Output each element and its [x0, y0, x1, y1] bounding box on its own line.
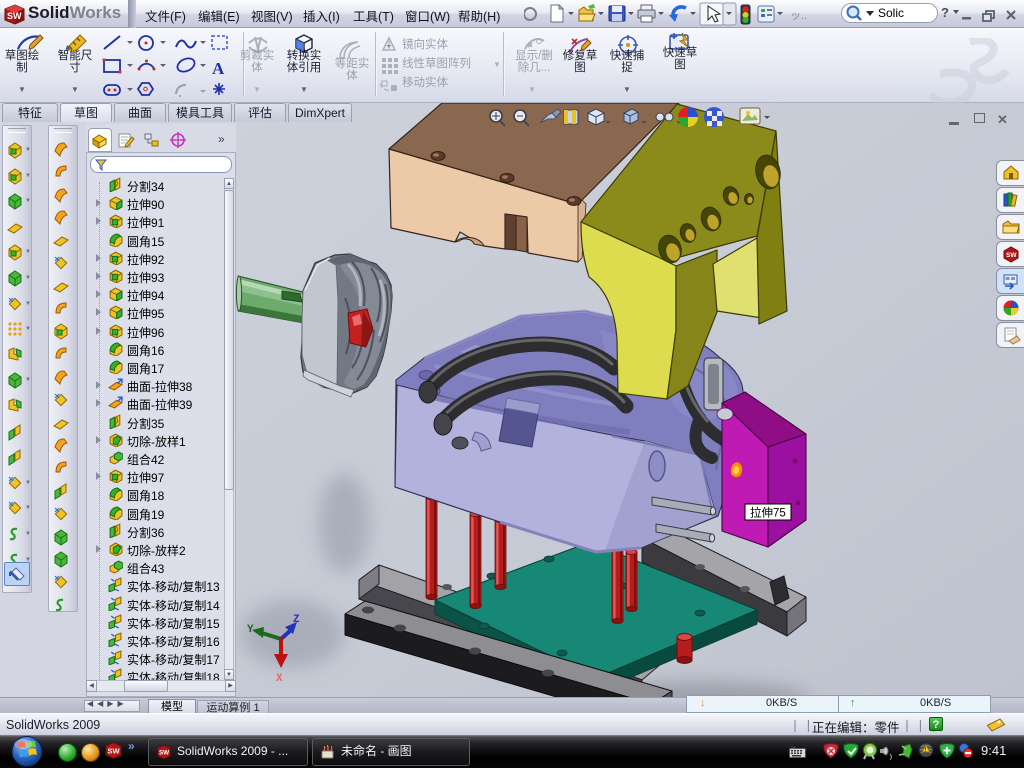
svg-text:SW: SW	[159, 750, 169, 757]
svg-text:X: X	[276, 673, 283, 685]
svg-text:SW: SW	[7, 11, 22, 21]
svg-text:拉伸75: 拉伸75	[750, 506, 786, 520]
svg-text:Z: Z	[293, 614, 300, 626]
svg-text:SW: SW	[1006, 252, 1017, 259]
svg-text:SW: SW	[108, 747, 121, 756]
svg-text:ッ..: ッ..	[790, 10, 807, 22]
svg-text:A: A	[212, 59, 225, 78]
svg-text:CH: CH	[791, 746, 795, 750]
svg-text:Y: Y	[247, 624, 254, 636]
